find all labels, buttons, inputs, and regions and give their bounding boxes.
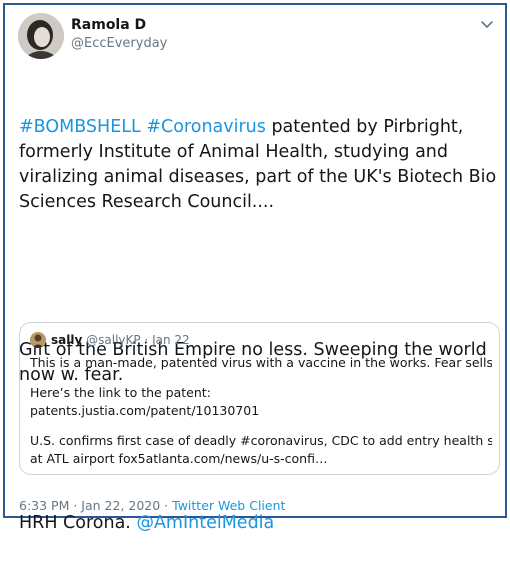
timestamp[interactable]: 6:33 PM · Jan 22, 2020 · [19, 498, 172, 513]
author-handle[interactable]: @EccEveryday [71, 36, 167, 51]
tweet-text-segment: HRH Corona. [19, 513, 137, 533]
quoted-author-handle: @sallyKP [86, 333, 141, 347]
avatar[interactable] [18, 13, 64, 59]
tweet-paragraph-3: HRH Corona. @AmIntelMedia [19, 511, 499, 536]
chevron-down-icon[interactable] [479, 16, 495, 32]
quoted-line: U.S. confirms first case of deadly #coro… [30, 433, 492, 448]
avatar-photo [18, 13, 64, 59]
client-link[interactable]: Twitter Web Client [172, 498, 285, 513]
quoted-line: patents.justia.com/patent/10130701 [30, 403, 260, 418]
author-name[interactable]: Ramola D [71, 17, 146, 33]
quoted-gap [30, 420, 492, 432]
quoted-author-name: sally [51, 333, 83, 347]
hashtag-link[interactable]: #BOMBSHELL [19, 117, 141, 137]
quoted-line: at ATL airport fox5atlanta.com/news/u-s-… [30, 451, 328, 466]
tweet-footer: 6:33 PM · Jan 22, 2020 · Twitter Web Cli… [19, 498, 285, 513]
hashtag-link[interactable]: #Coronavirus [146, 117, 266, 137]
separator: · [140, 333, 153, 347]
tweet-frame: Ramola D @EccEveryday #BOMBSHELL #Corona… [3, 3, 507, 533]
quoted-line: This is a man-made, patented virus with … [30, 355, 492, 370]
quoted-line: Here’s the link to the patent: [30, 385, 211, 400]
quoted-avatar-photo [30, 332, 46, 348]
tweet-paragraph-1: #BOMBSHELL #Coronavirus patented by Pirb… [19, 115, 499, 215]
mention-link[interactable]: @AmIntelMedia [136, 513, 274, 533]
tweet-card: Ramola D @EccEveryday #BOMBSHELL #Corona… [5, 5, 505, 533]
quoted-header: sally @sallyKP · Jan 22 [51, 332, 190, 348]
quoted-avatar[interactable] [30, 332, 46, 348]
quoted-date: Jan 22 [152, 333, 190, 347]
quoted-gap [30, 372, 492, 384]
quoted-tweet[interactable]: sally @sallyKP · Jan 22 This is a man-ma… [19, 322, 500, 475]
quoted-text: This is a man-made, patented virus with … [30, 354, 492, 468]
